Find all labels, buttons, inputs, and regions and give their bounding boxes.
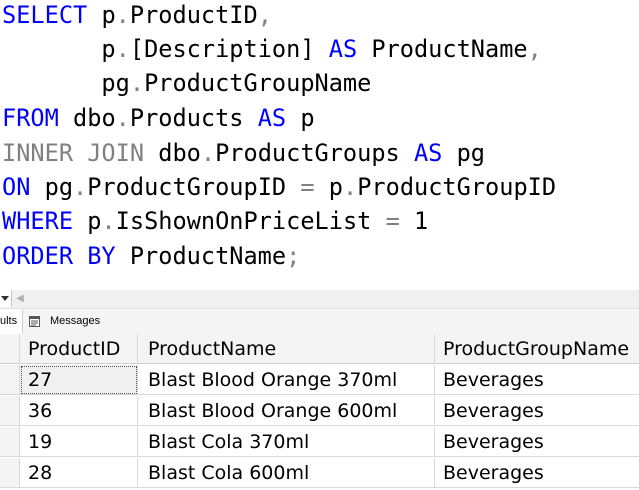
code-token: p	[286, 104, 315, 132]
grid-cell-productname[interactable]: Blast Blood Orange 600ml	[138, 396, 435, 426]
chevron-down-icon	[1, 296, 9, 301]
tab-messages[interactable]: Messages	[27, 309, 107, 334]
code-token: .	[115, 104, 130, 132]
code-token: ProductName	[115, 242, 287, 270]
tab-messages-label: Messages	[50, 315, 101, 327]
code-token: ProductGroupID	[357, 173, 557, 201]
table-row[interactable]: 28 Blast Cola 600ml Beverages	[0, 458, 639, 489]
code-token: .	[101, 207, 116, 235]
grid-cell-productname[interactable]: Blast Cola 370ml	[138, 427, 435, 457]
grid-cell-productgroupname[interactable]: Beverages	[435, 365, 639, 395]
row-header[interactable]	[0, 427, 20, 457]
code-line: pg.ProductGroupName	[2, 69, 371, 97]
code-token: .	[115, 1, 130, 29]
code-token: WHERE	[2, 207, 74, 235]
code-token: ProductGroups	[215, 139, 400, 167]
grid-cell-productgroupname[interactable]: Beverages	[435, 396, 639, 426]
code-token: ,	[527, 35, 542, 63]
grid-header-row: ProductID ProductName ProductGroupName	[0, 334, 639, 365]
code-token: .	[200, 139, 216, 167]
messages-icon	[29, 316, 40, 327]
code-line: ORDER BY ProductName;	[2, 242, 300, 270]
code-line: INNER JOIN dbo.ProductGroups AS pg	[2, 139, 485, 167]
code-token: ;	[286, 242, 301, 270]
zoom-dropdown[interactable]	[0, 290, 12, 307]
code-token: ORDER BY	[2, 242, 116, 270]
code-token: AS	[399, 139, 443, 167]
code-token: .	[73, 173, 88, 201]
code-token: Products	[129, 104, 244, 132]
grid-cell-productid[interactable]: 27	[20, 365, 138, 395]
grid-cell-productid[interactable]: 19	[20, 427, 138, 457]
column-header-productname[interactable]: ProductName	[138, 334, 435, 364]
code-token: ProductGroupID	[87, 173, 287, 201]
code-token: IsShownOnPriceList	[115, 207, 372, 235]
grid-cell-productname[interactable]: Blast Cola 600ml	[138, 458, 435, 488]
code-token: pg	[30, 173, 74, 201]
tab-results[interactable]: ults	[0, 309, 23, 334]
column-header-productid[interactable]: ProductID	[20, 334, 138, 364]
code-token: =	[371, 207, 414, 235]
code-token: [Description]	[129, 35, 315, 63]
grid-cell-productid[interactable]: 36	[20, 396, 138, 426]
code-token: AS	[314, 35, 358, 63]
code-token: p	[2, 35, 116, 63]
horizontal-scrollbar[interactable]: ◀	[0, 290, 639, 309]
code-token: .	[115, 35, 130, 63]
results-tab-strip: ults Messages	[0, 309, 639, 335]
grid-cell-productgroupname[interactable]: Beverages	[435, 458, 639, 488]
code-line: FROM dbo.Products AS p	[2, 104, 315, 132]
code-token: p	[87, 1, 116, 29]
code-token: =	[286, 173, 329, 201]
code-token: FROM	[2, 104, 59, 132]
code-token: INNER JOIN	[2, 139, 145, 167]
code-token: ProductID	[129, 1, 258, 29]
code-line: WHERE p.IsShownOnPriceList = 1	[2, 207, 428, 235]
code-token: ProductGroupName	[144, 69, 372, 97]
code-token: dbo	[144, 139, 201, 167]
code-token: pg	[2, 69, 130, 97]
code-token: .	[342, 173, 358, 201]
code-token: ProductName	[357, 35, 528, 63]
code-token: AS	[243, 104, 287, 132]
table-row[interactable]: 27 Blast Blood Orange 370ml Beverages	[0, 365, 639, 396]
code-token: ,	[257, 1, 272, 29]
row-header[interactable]	[0, 396, 20, 426]
code-token: dbo	[58, 104, 116, 132]
grid-corner[interactable]	[0, 334, 20, 364]
row-header[interactable]	[0, 458, 20, 488]
code-token: p	[73, 207, 102, 235]
column-header-productgroupname[interactable]: ProductGroupName	[435, 334, 639, 364]
results-grid[interactable]: ProductID ProductName ProductGroupName 2…	[0, 334, 639, 490]
grid-cell-productid[interactable]: 28	[20, 458, 138, 488]
row-header[interactable]	[0, 365, 20, 395]
grid-cell-productgroupname[interactable]: Beverages	[435, 427, 639, 457]
code-line: SELECT p.ProductID,	[2, 1, 272, 29]
code-token: p	[328, 173, 343, 201]
tab-results-label: ults	[0, 315, 18, 327]
code-token: SELECT	[2, 1, 88, 29]
code-token: pg	[442, 139, 486, 167]
scroll-left-arrow-icon[interactable]: ◀	[14, 292, 26, 306]
table-row[interactable]: 36 Blast Blood Orange 600ml Beverages	[0, 396, 639, 427]
code-token: .	[129, 69, 145, 97]
code-token: 1	[413, 207, 429, 235]
code-line: p.[Description] AS ProductName,	[2, 35, 542, 63]
sql-editor[interactable]: SELECT p.ProductID, p.[Description] AS P…	[0, 0, 639, 290]
code-line: ON pg.ProductGroupID = p.ProductGroupID	[2, 173, 556, 201]
table-row[interactable]: 19 Blast Cola 370ml Beverages	[0, 427, 639, 458]
code-token: ON	[2, 173, 31, 201]
grid-cell-productname[interactable]: Blast Blood Orange 370ml	[138, 365, 435, 395]
